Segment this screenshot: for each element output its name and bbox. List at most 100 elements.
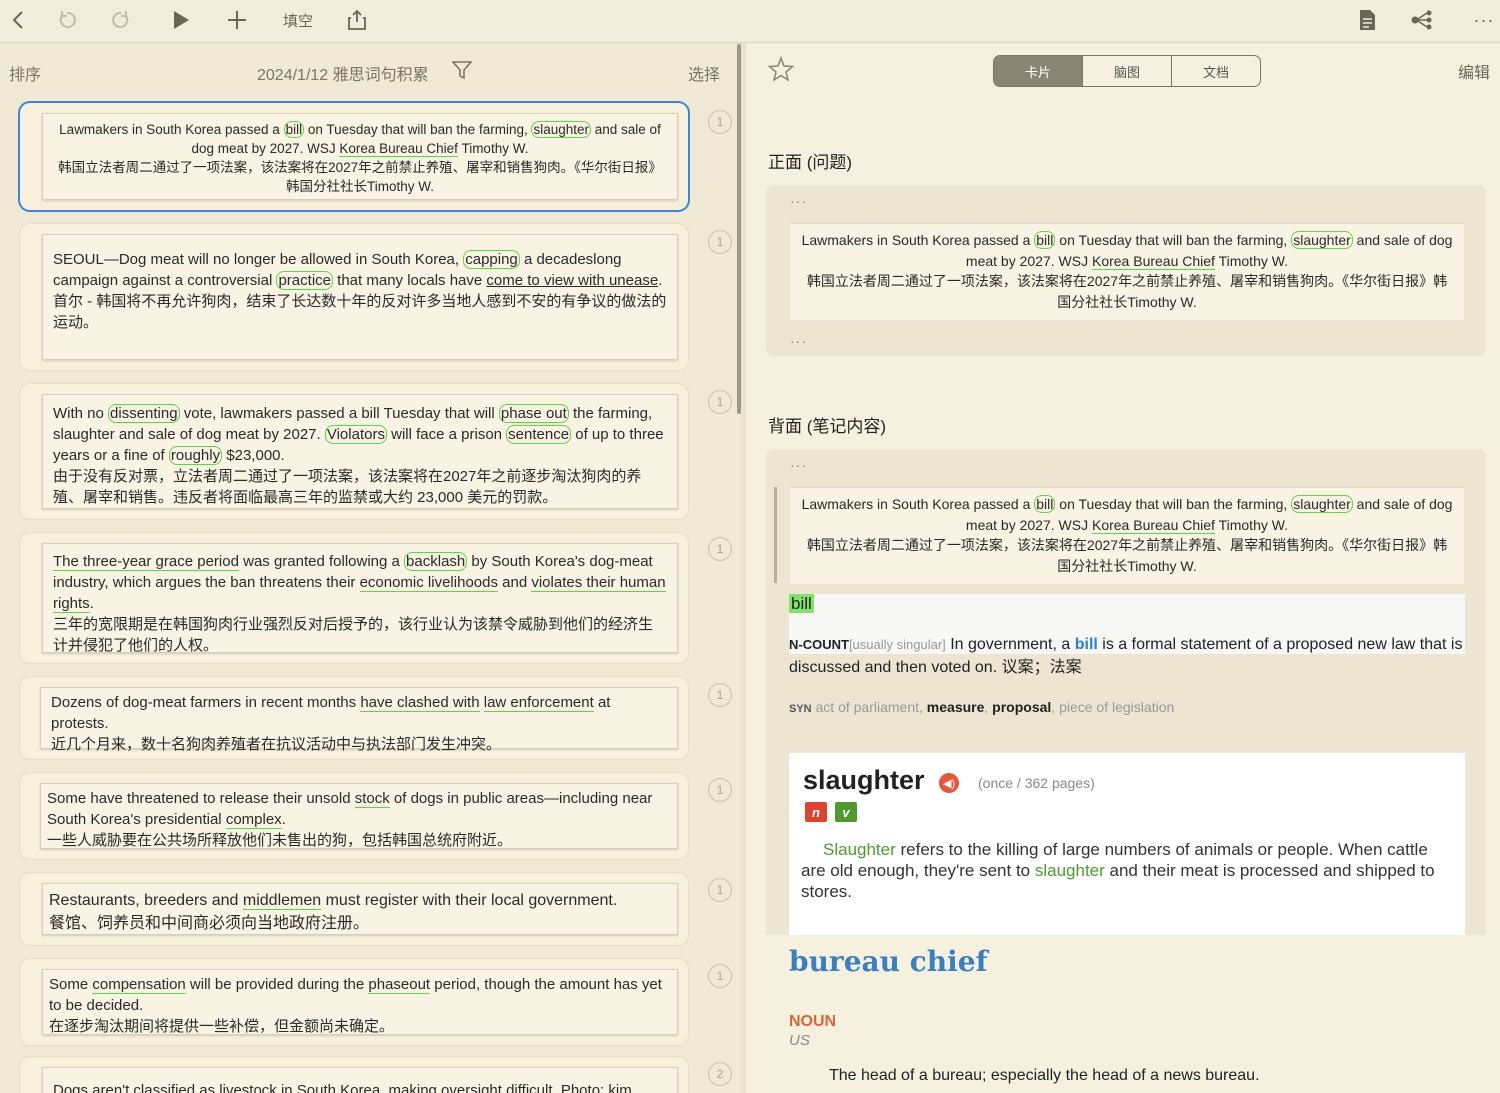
translation: 韩国立法者周二通过了一项法案，该法案将在2027年之前禁止养殖、屠宰和销售狗肉。… [806,273,1448,310]
highlight-word: slaughter [531,121,592,138]
more-icon[interactable]: ··· [790,333,807,349]
top-toolbar: 填空 ··· [0,0,1500,43]
review-count-badge: 1 [708,683,732,707]
pos-tag-noun[interactable]: n [805,802,827,822]
underline-phrase: middlemen [242,892,322,910]
translation: 由于没有反对票，立法者周二通过了一项法案，该法案将在2027年之前逐步淘汰狗肉的… [53,468,642,506]
review-count-badge: 1 [708,230,732,254]
underline-phrase: complex [225,811,282,829]
card-content: The three-year grace period was granted … [42,543,678,654]
tab-card[interactable]: 卡片 [994,56,1082,86]
card-content: Lawmakers in South Korea passed a bill o… [42,113,678,200]
definition-bureau-chief: bureau chief NOUN US The head of a burea… [766,935,1486,1093]
translation: 一些人威胁要在公共场所释放他们未售出的狗，包括韩国总统府附近。 [47,832,513,849]
card-content: Restaurants, breeders and middlemen must… [42,883,678,935]
highlight-word: slaughter [1291,231,1353,249]
slaughter-definition-text: Slaughter refers to the killing of large… [801,840,1435,901]
highlight-word: backlash [404,552,468,571]
redo-icon[interactable] [108,6,134,34]
highlight-word: practice [276,271,333,290]
underline-phrase: Korea Bureau Chief [1091,252,1215,270]
list-item[interactable]: Some compensation will be provided durin… [20,959,688,1045]
translation: 三年的宽限期是在韩国狗肉行业强烈反对后授予的，该行业认为该禁令威胁到他们的经济生… [53,616,654,654]
region-label: US [789,1032,810,1049]
card-content: Dozens of dog-meat farmers in recent mon… [40,687,678,753]
synonyms: SYN act of parliament, measure, proposal… [789,699,1175,715]
more-icon[interactable]: ··· [790,193,807,209]
translation: 近几个月来，数十名狗肉养殖者在抗议活动中与执法部门发生冲突。 [51,736,502,753]
list-item[interactable]: Lawmakers in South Korea passed a bill o… [20,103,688,210]
review-count-badge: 1 [708,390,732,414]
back-section-title: 背面 (笔记内容) [768,417,887,436]
review-count-badge: 1 [708,110,732,134]
quote-bar [774,487,777,583]
underline-phrase: law enforcement [483,694,594,712]
highlight-word: slaughter [1291,495,1353,513]
underline-phrase: compensation [92,976,186,994]
list-scrollbar[interactable] [737,44,741,414]
highlight-word: bill [283,121,305,138]
frequency-info: (once / 362 pages) [978,775,1095,791]
review-count-badge: 1 [708,537,732,561]
underline-phrase: economic livelihoods [359,574,498,592]
list-item[interactable]: Dogs aren't classified as livestock in S… [20,1057,688,1093]
review-count-badge: 1 [708,778,732,802]
select-button[interactable]: 选择 [688,61,720,85]
review-count-badge: 1 [708,964,732,988]
pos-tag-verb[interactable]: v [835,802,857,822]
list-item[interactable]: Some have threatened to release their un… [20,773,688,859]
back-icon[interactable] [6,6,30,34]
view-mode-switch: 卡片 脑图 文档 [993,55,1261,87]
undo-icon[interactable] [54,6,80,34]
underline-phrase: The three-year grace period [53,553,239,571]
card-content: Some have threatened to release their un… [40,783,678,849]
list-item[interactable]: SEOUL—Dog meat will no longer be allowed… [20,224,688,370]
headword-slaughter: slaughter [803,765,925,795]
more-icon[interactable]: ··· [1470,6,1498,34]
share-icon[interactable] [344,6,370,34]
play-icon[interactable] [168,6,194,34]
underline-phrase: Korea Bureau Chief [1091,516,1215,534]
speaker-icon[interactable]: ◀) [939,773,959,793]
list-item[interactable]: With no dissenting vote, lawmakers passe… [20,384,688,519]
card-content: Dogs aren't classified as livestock in S… [42,1067,678,1093]
sort-button[interactable]: 排序 [9,61,41,85]
review-count-badge: 2 [708,1062,732,1086]
highlight-word: bill [1034,231,1056,249]
list-item[interactable]: Dozens of dog-meat farmers in recent mon… [20,677,688,759]
list-item[interactable]: Restaurants, breeders and middlemen must… [20,873,688,945]
edit-button[interactable]: 编辑 [1458,59,1490,83]
translation: 韩国立法者周二通过了一项法案，该法案将在2027年之前禁止养殖、屠宰和销售狗肉。… [806,537,1448,574]
mindmap-icon[interactable] [1408,6,1436,34]
highlight-word: roughly [168,446,223,465]
card-content: SEOUL—Dog meat will no longer be allowed… [42,234,678,360]
definition-text: N-COUNT[usually singular] In government,… [789,636,1463,676]
review-count-badge: 1 [708,878,732,902]
deck-title: 2024/1/12 雅思词句积累 [257,67,429,84]
add-icon[interactable] [224,6,250,34]
definition-slaughter: slaughter ◀) (once / 362 pages) n v Slau… [789,753,1465,939]
quoted-sentence: Lawmakers in South Korea passed a bill o… [790,487,1464,584]
bureau-definition-text: The head of a bureau; especially the hea… [829,1067,1260,1084]
fill-blank-button[interactable]: 填空 [278,6,318,34]
translation: 首尔 - 韩国将不再允许狗肉，结束了长达数十年的反对许多当地人感到不安的有争议的… [53,293,667,331]
tab-document[interactable]: 文档 [1171,56,1260,86]
more-icon[interactable]: ··· [790,457,807,473]
translation: 在逐步淘汰期间将提供一些补偿，但金额尚未确定。 [49,1018,395,1035]
card-content: With no dissenting vote, lawmakers passe… [42,394,678,509]
underline-phrase: phaseout [368,976,431,994]
filter-icon[interactable] [451,61,473,84]
tab-mindmap[interactable]: 脑图 [1082,56,1171,86]
front-section-title: 正面 (问题) [768,153,853,172]
translation: 餐馆、饲养员和中间商必须向当地政府注册。 [49,915,370,932]
card-list-pane: 排序 2024/1/12 雅思词句积累 选择 Lawmakers in Sout… [0,43,740,1093]
highlight-word: capping [463,250,520,269]
list-item[interactable]: The three-year grace period was granted … [20,533,688,663]
star-icon[interactable] [767,55,795,87]
underline-phrase: Korea Bureau Chief [339,141,458,157]
document-icon[interactable] [1354,6,1380,34]
highlight-word: sentence [506,425,572,444]
highlight-word: bill [1034,495,1056,513]
front-field: ··· Lawmakers in South Korea passed a bi… [766,185,1486,356]
highlight-word: Violators [324,425,387,444]
